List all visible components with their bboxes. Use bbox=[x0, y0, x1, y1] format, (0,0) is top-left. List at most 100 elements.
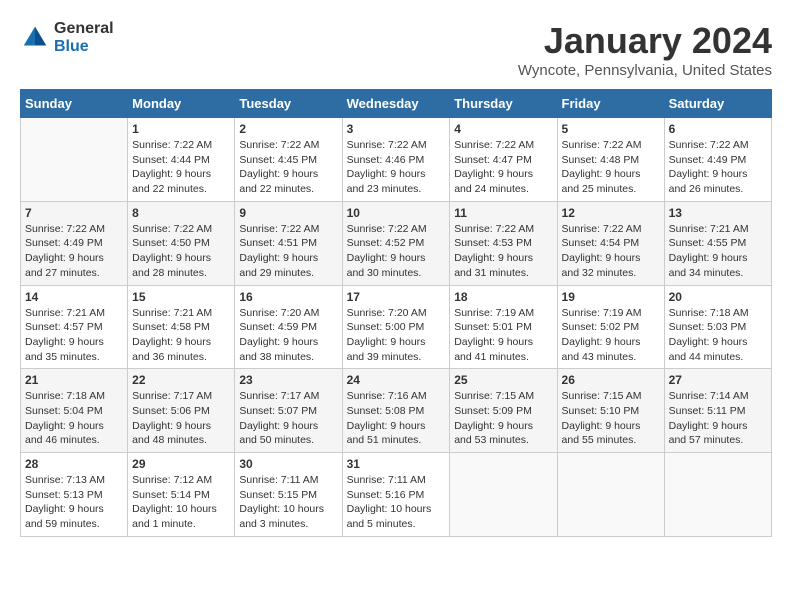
day-info: Sunrise: 7:12 AMSunset: 5:14 PMDaylight:… bbox=[132, 473, 230, 532]
day-info: Sunrise: 7:11 AMSunset: 5:16 PMDaylight:… bbox=[347, 473, 446, 532]
day-number: 8 bbox=[132, 206, 230, 220]
calendar-cell: 23Sunrise: 7:17 AMSunset: 5:07 PMDayligh… bbox=[235, 369, 342, 453]
day-info: Sunrise: 7:22 AMSunset: 4:45 PMDaylight:… bbox=[239, 138, 337, 197]
logo-general-text: General bbox=[54, 20, 114, 38]
calendar-cell: 26Sunrise: 7:15 AMSunset: 5:10 PMDayligh… bbox=[557, 369, 664, 453]
day-info: Sunrise: 7:15 AMSunset: 5:10 PMDaylight:… bbox=[562, 389, 660, 448]
day-number: 21 bbox=[25, 373, 123, 387]
month-title: January 2024 bbox=[518, 20, 772, 62]
day-info: Sunrise: 7:21 AMSunset: 4:57 PMDaylight:… bbox=[25, 306, 123, 365]
day-number: 24 bbox=[347, 373, 446, 387]
day-number: 3 bbox=[347, 122, 446, 136]
day-number: 9 bbox=[239, 206, 337, 220]
day-info: Sunrise: 7:22 AMSunset: 4:46 PMDaylight:… bbox=[347, 138, 446, 197]
calendar-cell: 11 Sunrise: 7:22 AMSunset: 4:53 PMDayligh… bbox=[450, 201, 557, 285]
calendar-cell: 30Sunrise: 7:11 AMSunset: 5:15 PMDayligh… bbox=[235, 453, 342, 537]
day-number: 31 bbox=[347, 457, 446, 471]
calendar-cell: 2 Sunrise: 7:22 AMSunset: 4:45 PMDaylight… bbox=[235, 118, 342, 202]
week-row-2: 7 Sunrise: 7:22 AMSunset: 4:49 PMDaylight… bbox=[21, 201, 772, 285]
day-number: 2 bbox=[239, 122, 337, 136]
calendar-cell: 6Sunrise: 7:22 AMSunset: 4:49 PMDaylight… bbox=[664, 118, 771, 202]
day-info: Sunrise: 7:14 AMSunset: 5:11 PMDaylight:… bbox=[669, 389, 767, 448]
logo-blue-text: Blue bbox=[54, 38, 114, 56]
day-info: Sunrise: 7:13 AMSunset: 5:13 PMDaylight:… bbox=[25, 473, 123, 532]
calendar-cell: 22 Sunrise: 7:17 AMSunset: 5:06 PMDayligh… bbox=[128, 369, 235, 453]
day-number: 27 bbox=[669, 373, 767, 387]
weekday-header-tuesday: Tuesday bbox=[235, 90, 342, 118]
calendar-cell: 3 Sunrise: 7:22 AMSunset: 4:46 PMDaylight… bbox=[342, 118, 450, 202]
logo: General Blue bbox=[20, 20, 114, 55]
calendar-cell: 29Sunrise: 7:12 AMSunset: 5:14 PMDayligh… bbox=[128, 453, 235, 537]
weekday-header-thursday: Thursday bbox=[450, 90, 557, 118]
calendar-cell: 21 Sunrise: 7:18 AMSunset: 5:04 PMDayligh… bbox=[21, 369, 128, 453]
day-info: Sunrise: 7:22 AMSunset: 4:54 PMDaylight:… bbox=[562, 222, 660, 281]
calendar-cell bbox=[450, 453, 557, 537]
day-info: Sunrise: 7:22 AMSunset: 4:44 PMDaylight:… bbox=[132, 138, 230, 197]
weekday-header-friday: Friday bbox=[557, 90, 664, 118]
calendar-cell: 7 Sunrise: 7:22 AMSunset: 4:49 PMDaylight… bbox=[21, 201, 128, 285]
page-header: General Blue January 2024 Wyncote, Penns… bbox=[20, 20, 772, 79]
day-number: 15 bbox=[132, 290, 230, 304]
calendar-cell: 15 Sunrise: 7:21 AMSunset: 4:58 PMDayligh… bbox=[128, 285, 235, 369]
calendar-cell: 8 Sunrise: 7:22 AMSunset: 4:50 PMDaylight… bbox=[128, 201, 235, 285]
calendar-cell: 25 Sunrise: 7:15 AMSunset: 5:09 PMDayligh… bbox=[450, 369, 557, 453]
day-info: Sunrise: 7:18 AMSunset: 5:04 PMDaylight:… bbox=[25, 389, 123, 448]
logo-icon bbox=[20, 23, 50, 53]
calendar-cell: 4 Sunrise: 7:22 AMSunset: 4:47 PMDaylight… bbox=[450, 118, 557, 202]
calendar-cell bbox=[664, 453, 771, 537]
calendar-cell: 27 Sunrise: 7:14 AMSunset: 5:11 PMDayligh… bbox=[664, 369, 771, 453]
calendar-cell: 28 Sunrise: 7:13 AMSunset: 5:13 PMDayligh… bbox=[21, 453, 128, 537]
week-row-5: 28 Sunrise: 7:13 AMSunset: 5:13 PMDayligh… bbox=[21, 453, 772, 537]
calendar-cell: 24 Sunrise: 7:16 AMSunset: 5:08 PMDayligh… bbox=[342, 369, 450, 453]
day-info: Sunrise: 7:20 AMSunset: 5:00 PMDaylight:… bbox=[347, 306, 446, 365]
calendar-cell bbox=[21, 118, 128, 202]
calendar-cell: 10Sunrise: 7:22 AMSunset: 4:52 PMDayligh… bbox=[342, 201, 450, 285]
day-number: 6 bbox=[669, 122, 767, 136]
day-number: 10 bbox=[347, 206, 446, 220]
day-info: Sunrise: 7:22 AMSunset: 4:48 PMDaylight:… bbox=[562, 138, 660, 197]
calendar-cell: 17Sunrise: 7:20 AMSunset: 5:00 PMDayligh… bbox=[342, 285, 450, 369]
day-number: 4 bbox=[454, 122, 552, 136]
day-info: Sunrise: 7:17 AMSunset: 5:06 PMDaylight:… bbox=[132, 389, 230, 448]
day-number: 28 bbox=[25, 457, 123, 471]
weekday-header-monday: Monday bbox=[128, 90, 235, 118]
day-number: 11 bbox=[454, 206, 552, 220]
day-info: Sunrise: 7:22 AMSunset: 4:47 PMDaylight:… bbox=[454, 138, 552, 197]
weekday-header-row: SundayMondayTuesdayWednesdayThursdayFrid… bbox=[21, 90, 772, 118]
day-info: Sunrise: 7:22 AMSunset: 4:49 PMDaylight:… bbox=[25, 222, 123, 281]
calendar-cell: 9 Sunrise: 7:22 AMSunset: 4:51 PMDaylight… bbox=[235, 201, 342, 285]
location-text: Wyncote, Pennsylvania, United States bbox=[518, 62, 772, 79]
week-row-1: 1 Sunrise: 7:22 AMSunset: 4:44 PMDaylight… bbox=[21, 118, 772, 202]
day-info: Sunrise: 7:15 AMSunset: 5:09 PMDaylight:… bbox=[454, 389, 552, 448]
weekday-header-wednesday: Wednesday bbox=[342, 90, 450, 118]
calendar-cell: 14 Sunrise: 7:21 AMSunset: 4:57 PMDayligh… bbox=[21, 285, 128, 369]
day-info: Sunrise: 7:19 AMSunset: 5:01 PMDaylight:… bbox=[454, 306, 552, 365]
day-number: 22 bbox=[132, 373, 230, 387]
day-info: Sunrise: 7:20 AMSunset: 4:59 PMDaylight:… bbox=[239, 306, 337, 365]
calendar-cell: 16Sunrise: 7:20 AMSunset: 4:59 PMDayligh… bbox=[235, 285, 342, 369]
day-info: Sunrise: 7:17 AMSunset: 5:07 PMDaylight:… bbox=[239, 389, 337, 448]
day-info: Sunrise: 7:16 AMSunset: 5:08 PMDaylight:… bbox=[347, 389, 446, 448]
day-number: 30 bbox=[239, 457, 337, 471]
day-info: Sunrise: 7:22 AMSunset: 4:50 PMDaylight:… bbox=[132, 222, 230, 281]
calendar-cell bbox=[557, 453, 664, 537]
day-number: 1 bbox=[132, 122, 230, 136]
day-info: Sunrise: 7:21 AMSunset: 4:58 PMDaylight:… bbox=[132, 306, 230, 365]
day-number: 25 bbox=[454, 373, 552, 387]
day-info: Sunrise: 7:22 AMSunset: 4:53 PMDaylight:… bbox=[454, 222, 552, 281]
title-block: January 2024 Wyncote, Pennsylvania, Unit… bbox=[518, 20, 772, 79]
day-number: 7 bbox=[25, 206, 123, 220]
weekday-header-sunday: Sunday bbox=[21, 90, 128, 118]
week-row-4: 21 Sunrise: 7:18 AMSunset: 5:04 PMDayligh… bbox=[21, 369, 772, 453]
day-number: 5 bbox=[562, 122, 660, 136]
week-row-3: 14 Sunrise: 7:21 AMSunset: 4:57 PMDayligh… bbox=[21, 285, 772, 369]
day-number: 14 bbox=[25, 290, 123, 304]
calendar-cell: 13 Sunrise: 7:21 AMSunset: 4:55 PMDayligh… bbox=[664, 201, 771, 285]
day-number: 19 bbox=[562, 290, 660, 304]
day-info: Sunrise: 7:21 AMSunset: 4:55 PMDaylight:… bbox=[669, 222, 767, 281]
day-number: 13 bbox=[669, 206, 767, 220]
day-info: Sunrise: 7:22 AMSunset: 4:51 PMDaylight:… bbox=[239, 222, 337, 281]
day-number: 18 bbox=[454, 290, 552, 304]
day-info: Sunrise: 7:18 AMSunset: 5:03 PMDaylight:… bbox=[669, 306, 767, 365]
calendar-cell: 20Sunrise: 7:18 AMSunset: 5:03 PMDayligh… bbox=[664, 285, 771, 369]
